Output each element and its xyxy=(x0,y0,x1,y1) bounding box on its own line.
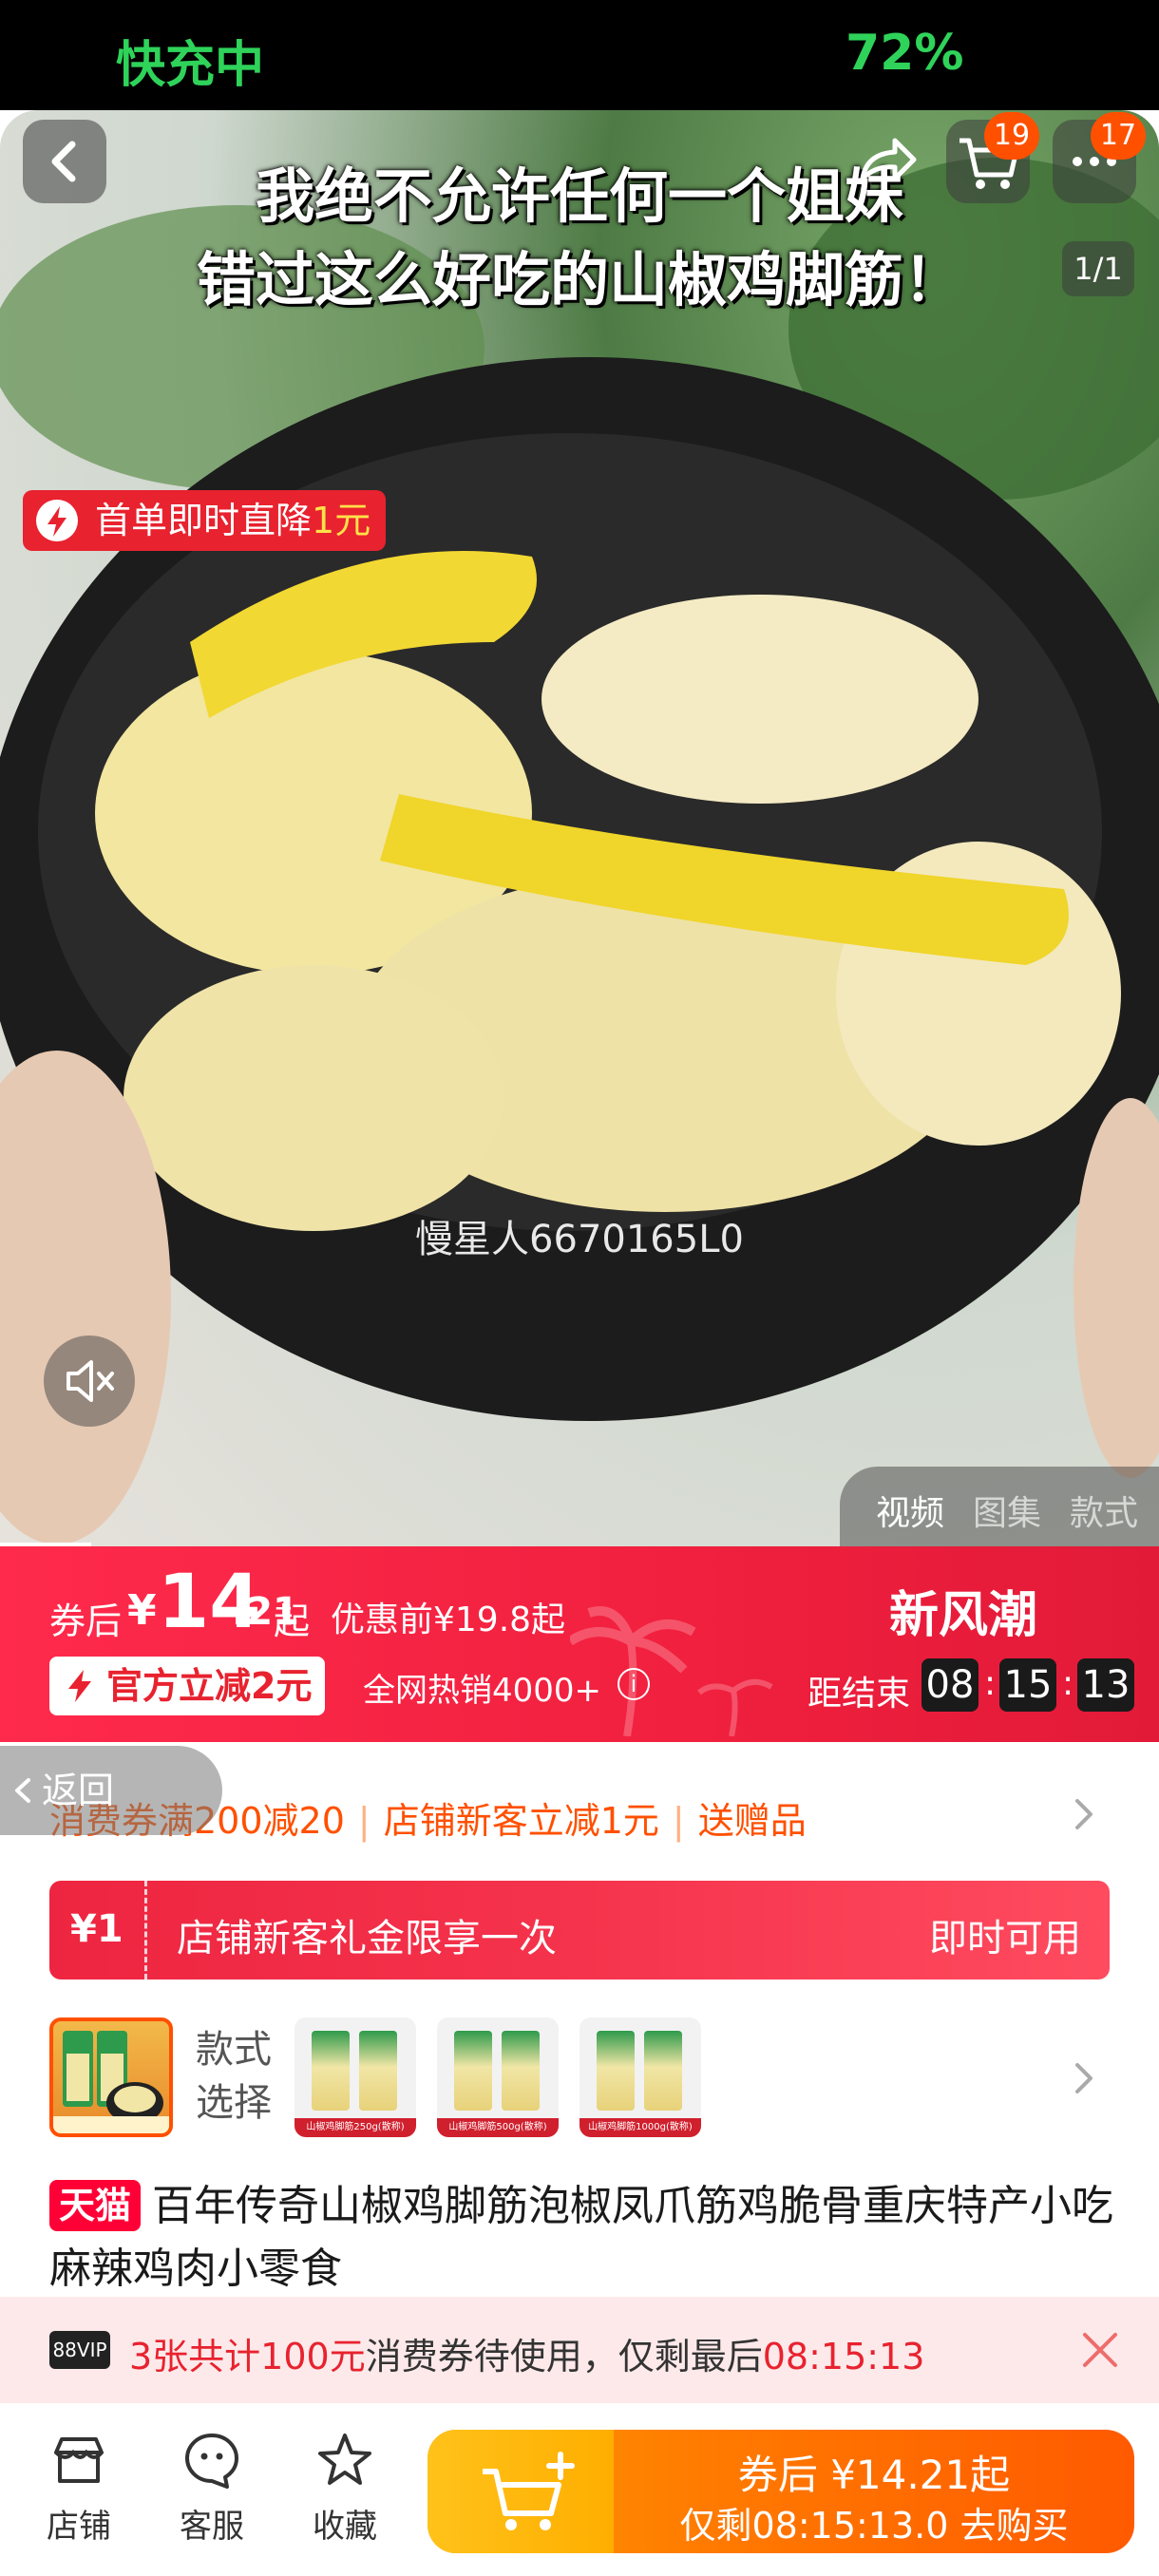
currency-symbol: ¥ xyxy=(127,1586,157,1635)
package-graphic xyxy=(597,2031,635,2111)
price-banner: 券后 ¥ 14 .21 起 优惠前¥19.8起 官方立减2元 全网热销4000+… xyxy=(0,1546,1159,1742)
coupon-dashed-divider xyxy=(144,1881,147,1979)
sku-select-label[interactable]: 款式选择 xyxy=(196,2023,276,2130)
vip-countdown: 08:15:13 xyxy=(762,2336,925,2377)
tab-style[interactable]: 款式 xyxy=(1070,1486,1138,1535)
promo-amount: 1元 xyxy=(312,500,371,541)
lightning-icon xyxy=(36,500,78,541)
package-graphic xyxy=(502,2031,540,2111)
close-icon[interactable] xyxy=(1079,2329,1121,2371)
cart-count-badge: 19 xyxy=(984,112,1039,160)
buy-countdown-line: 仅剩08:15:13.0 去购买 xyxy=(679,2505,1069,2547)
package-graphic xyxy=(359,2031,397,2111)
cart-button[interactable]: 19 xyxy=(946,112,1039,203)
product-title-text: 百年传奇山椒鸡脚筋泡椒凤爪筋鸡脆骨重庆特产小吃麻辣鸡肉小零食 xyxy=(49,2182,1114,2293)
chevron-right-icon[interactable] xyxy=(1070,2059,1098,2097)
chevron-left-icon xyxy=(15,1778,30,1803)
vip-message: 消费券待使用，仅剩最后 xyxy=(365,2336,763,2377)
store-label: 店铺 xyxy=(47,2508,111,2546)
original-price: 优惠前¥19.8起 xyxy=(331,1601,566,1639)
official-discount-tag: 官方立减2元 xyxy=(49,1657,326,1715)
product-photo xyxy=(0,158,1159,1544)
more-button[interactable]: 17 xyxy=(1053,112,1146,203)
favorite-label: 收藏 xyxy=(313,2508,377,2546)
first-order-promo-tag: 首单即时直降1元 xyxy=(23,490,387,551)
product-title: 天猫 百年传奇山椒鸡脚筋泡椒凤爪筋鸡脆骨重庆特产小吃麻辣鸡肉小零食 xyxy=(49,2175,1123,2301)
tmall-badge: 天猫 xyxy=(49,2180,142,2231)
coupon-divider: | xyxy=(357,1800,370,1842)
countdown-label: 距结束 xyxy=(808,1675,911,1714)
price-from: 起 xyxy=(274,1601,311,1642)
charging-status: 快充中 xyxy=(116,37,265,94)
author-watermark: 慢星人6670165L0 xyxy=(415,1218,744,1261)
share-button[interactable] xyxy=(844,120,927,203)
countdown-seconds: 13 xyxy=(1077,1658,1134,1712)
coupon-item: 店铺新客立减1元 xyxy=(383,1800,659,1842)
chat-face-icon xyxy=(185,2434,238,2489)
coupon-item: 送赠品 xyxy=(697,1800,807,1842)
back-pill-label: 返回 xyxy=(42,1770,115,1811)
vip-badge: 88VIP xyxy=(49,2331,110,2369)
sku-option-label: 山椒鸡脚筋500g(散称) xyxy=(437,2118,559,2137)
countdown-separator: : xyxy=(984,1664,997,1703)
package-graphic xyxy=(454,2031,492,2111)
media-tab-bar: 视频 图集 款式 xyxy=(840,1467,1159,1546)
tab-gallery[interactable]: 图集 xyxy=(973,1486,1041,1535)
vip-coupon-strip[interactable]: 88VIP 3张共计100元消费券待使用，仅剩最后08:15:13 xyxy=(0,2297,1159,2403)
mute-button[interactable] xyxy=(44,1335,135,1427)
product-thumbnail xyxy=(53,2031,169,2133)
battery-percent: 72% xyxy=(846,25,964,82)
store-icon xyxy=(54,2437,104,2483)
back-to-app-pill[interactable]: 返回 xyxy=(0,1746,222,1835)
hot-sales-count: 全网热销4000+ xyxy=(363,1672,602,1710)
buy-price-line: 券后 ¥14.21起 xyxy=(737,2452,1011,2498)
new-customer-coupon[interactable]: ¥1 店铺新客礼金限享一次 即时可用 xyxy=(49,1881,1110,1979)
favorite-button[interactable]: 收藏 xyxy=(293,2430,397,2547)
coupon-status: 即时可用 xyxy=(929,1917,1081,1960)
coupon-price-label: 券后 xyxy=(49,1601,123,1642)
buy-now-button[interactable]: 券后 ¥14.21起 仅剩08:15:13.0 去购买 xyxy=(428,2430,1134,2553)
sku-option[interactable]: 山椒鸡脚筋1000g(散称) xyxy=(580,2017,701,2137)
info-icon[interactable]: i xyxy=(618,1668,650,1700)
share-icon xyxy=(860,138,917,181)
back-icon xyxy=(51,141,76,182)
sku-main-image[interactable] xyxy=(49,2017,173,2137)
official-discount-text: 官方立减2元 xyxy=(106,1665,313,1707)
bottom-action-bar: 店铺 客服 收藏 券后 ¥14.21起 仅剩08:15:13.0 去购买 xyxy=(0,2403,1159,2576)
product-media[interactable]: 我绝不允许任何一个姐妹 错过这么好吃的山椒鸡脚筋！ 19 17 1/1 首单即时… xyxy=(0,110,1159,1546)
service-label: 客服 xyxy=(180,2508,244,2546)
page-indicator: 1/1 xyxy=(1062,241,1134,296)
lightning-icon xyxy=(68,1670,91,1702)
tab-video[interactable]: 视频 xyxy=(876,1486,944,1535)
mute-icon xyxy=(66,1360,114,1402)
back-button[interactable] xyxy=(23,120,106,203)
add-to-cart-button[interactable] xyxy=(428,2430,614,2553)
coupon-divider: | xyxy=(672,1800,685,1842)
sku-option-label: 山椒鸡脚筋250g(散称) xyxy=(294,2118,416,2137)
package-graphic xyxy=(312,2031,350,2111)
chevron-right-icon[interactable] xyxy=(1070,1795,1098,1833)
vip-highlight: 3张共计100元 xyxy=(129,2336,366,2377)
sku-option[interactable]: 山椒鸡脚筋250g(散称) xyxy=(294,2017,416,2137)
countdown-separator: : xyxy=(1062,1664,1074,1703)
store-button[interactable]: 店铺 xyxy=(27,2430,131,2547)
add-cart-icon xyxy=(483,2452,575,2530)
vip-coupon-text: 3张共计100元消费券待使用，仅剩最后08:15:13 xyxy=(129,2327,924,2379)
status-bar: 快充中 72% xyxy=(0,0,1159,110)
countdown-hours: 08 xyxy=(922,1658,978,1712)
event-title: 新风潮 xyxy=(889,1587,1038,1644)
star-icon xyxy=(318,2434,371,2485)
coupon-text: 店铺新客礼金限享一次 xyxy=(177,1917,557,1960)
message-count-badge: 17 xyxy=(1091,112,1146,160)
countdown-minutes: 15 xyxy=(999,1658,1056,1712)
sku-option-label: 山椒鸡脚筋1000g(散称) xyxy=(580,2118,701,2137)
package-graphic xyxy=(644,2031,682,2111)
sku-option[interactable]: 山椒鸡脚筋500g(散称) xyxy=(437,2017,559,2137)
coupon-amount: ¥1 xyxy=(70,1907,124,1951)
hero-caption-line2: 错过这么好吃的山椒鸡脚筋！ xyxy=(196,245,962,314)
customer-service-button[interactable]: 客服 xyxy=(160,2430,264,2547)
promo-prefix: 首单即时直降 xyxy=(95,500,313,541)
